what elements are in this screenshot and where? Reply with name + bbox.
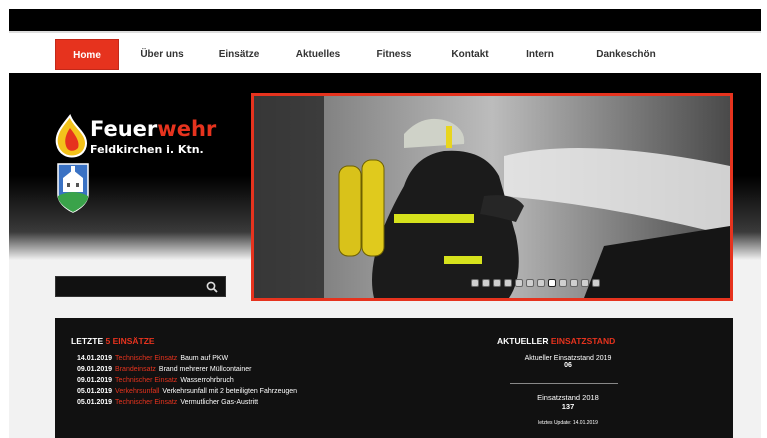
nav-kontakt[interactable]: Kontakt [437, 39, 503, 70]
list-item[interactable]: 14.01.2019 Technischer Einsatz Baum auf PK… [77, 355, 228, 362]
slider-dot[interactable] [559, 279, 567, 287]
site-logo[interactable]: Feuerwehr Feldkirchen i. Ktn. [52, 114, 222, 214]
list-item[interactable]: 09.01.2019 Brandeinsatz Brand mehrerer Mül… [77, 366, 252, 373]
slider-dot[interactable] [493, 279, 501, 287]
stand-current: Aktueller Einsatzstand 2019 06 [524, 355, 612, 369]
slider-dot[interactable] [570, 279, 578, 287]
latest-heading: LETZTE 5 EINSÄTZE [71, 336, 155, 346]
search-icon[interactable] [205, 280, 219, 294]
nav-aktuelles[interactable]: Aktuelles [281, 39, 355, 70]
top-bar [9, 9, 761, 31]
nav-intern[interactable]: Intern [511, 39, 569, 70]
slider-dot[interactable] [526, 279, 534, 287]
logo-title: Feuerwehr [90, 117, 217, 141]
nav-fitness[interactable]: Fitness [361, 39, 427, 70]
stand-update: letztes Update: 14.01.2019 [538, 420, 598, 426]
page: Home Über uns Einsätze Aktuelles Fitness… [0, 0, 767, 438]
stand-divider [510, 383, 618, 384]
nav-home[interactable]: Home [55, 39, 119, 70]
stand-previous: Einsatzstand 2018 137 [537, 393, 599, 411]
slider-dot[interactable] [537, 279, 545, 287]
list-item[interactable]: 09.01.2019 Technischer Einsatz Wasserrohrb… [77, 377, 234, 384]
list-item[interactable]: 05.01.2019 Verkehrsunfall Verkehrsunfall m… [77, 388, 297, 395]
nav-ueber-uns[interactable]: Über uns [127, 39, 197, 70]
hero-slider[interactable] [251, 93, 733, 301]
slider-dot[interactable] [515, 279, 523, 287]
slider-dot[interactable] [504, 279, 512, 287]
slider-dots [471, 279, 600, 287]
logo-subtitle: Feldkirchen i. Ktn. [90, 143, 204, 156]
news-panel: LETZTE 5 EINSÄTZE 14.01.2019 Technischer … [55, 318, 733, 438]
slider-dot[interactable] [592, 279, 600, 287]
list-item[interactable]: 05.01.2019 Technischer Einsatz Vermutliche… [77, 399, 258, 406]
slider-dot[interactable] [581, 279, 589, 287]
nav-dankeschoen[interactable]: Dankeschön [581, 39, 671, 70]
slider-dot[interactable] [482, 279, 490, 287]
search-box[interactable] [55, 276, 226, 297]
slider-dot[interactable] [548, 279, 556, 287]
flame-crest-icon [55, 114, 89, 213]
nav-einsaetze[interactable]: Einsätze [205, 39, 273, 70]
stand-heading: AKTUELLER EINSATZSTAND [497, 336, 616, 346]
firefighter-photo [254, 96, 730, 298]
main-nav: Home Über uns Einsätze Aktuelles Fitness… [9, 31, 761, 73]
slider-dot[interactable] [471, 279, 479, 287]
